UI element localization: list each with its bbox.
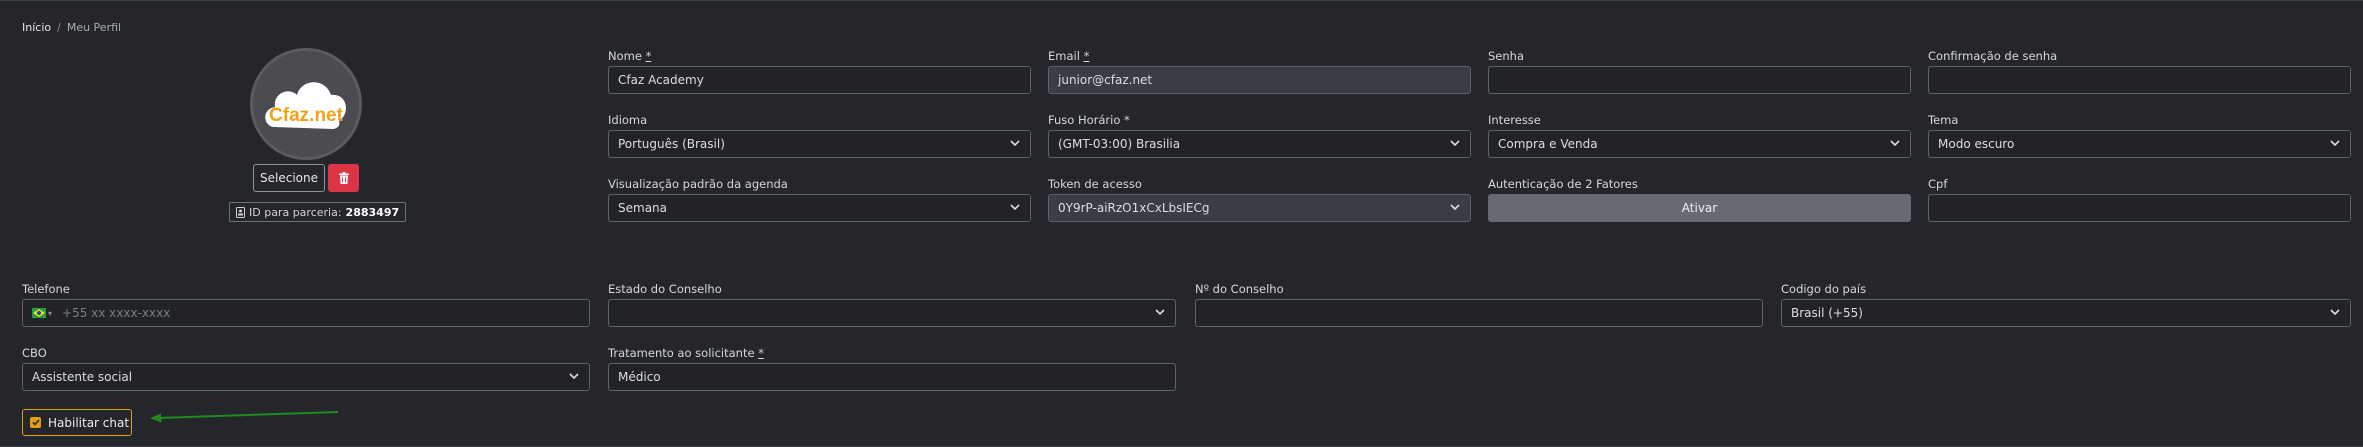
cbo-select[interactable]: Assistente social xyxy=(22,363,590,391)
check-icon xyxy=(31,419,40,426)
salutation-field-group: Tratamento ao solicitante * Médico xyxy=(608,346,1176,391)
enable-chat-label: Habilitar chat xyxy=(48,415,130,430)
id-card-icon xyxy=(236,206,245,218)
language-field-group: Idioma Português (Brasil) xyxy=(608,113,1031,158)
name-input[interactable]: Cfaz Academy xyxy=(608,66,1031,94)
cpf-label: Cpf xyxy=(1928,177,1948,191)
delete-photo-button[interactable] xyxy=(328,164,359,192)
breadcrumb-separator: / xyxy=(57,21,61,34)
country-code-select[interactable]: Brasil (+55) xyxy=(1781,299,2351,327)
language-value: Português (Brasil) xyxy=(618,137,725,151)
theme-field-group: Tema Modo escuro xyxy=(1928,113,2351,158)
cbo-label: CBO xyxy=(22,346,47,360)
arrow-left-icon xyxy=(150,411,339,423)
phone-label: Telefone xyxy=(22,282,70,296)
enable-chat-checkbox[interactable] xyxy=(30,417,41,428)
interest-value: Compra e Venda xyxy=(1498,137,1598,151)
council-state-label: Estado do Conselho xyxy=(608,282,722,296)
name-field-group: Nome * Cfaz Academy xyxy=(608,49,1031,94)
cpf-input[interactable] xyxy=(1928,194,2351,222)
chevron-down-icon xyxy=(2330,140,2340,147)
interest-select[interactable]: Compra e Venda xyxy=(1488,130,1911,158)
chevron-down-icon xyxy=(2330,309,2340,316)
calendar-view-label: Visualização padrão da agenda xyxy=(608,177,788,191)
activate-two-factor-button[interactable]: Ativar xyxy=(1488,194,1911,222)
chevron-down-icon xyxy=(1010,140,1020,147)
timezone-value: (GMT-03:00) Brasilia xyxy=(1058,137,1181,151)
password-confirm-input[interactable] xyxy=(1928,66,2351,94)
access-token-label: Token de acesso xyxy=(1048,177,1142,191)
access-token-select[interactable]: 0Y9rP-aiRzO1xCxLbsIECg xyxy=(1048,194,1471,222)
phone-field-group: Telefone ▾ +55 xx xxxx-xxxx xyxy=(22,282,590,327)
breadcrumb-home[interactable]: Início xyxy=(22,21,51,34)
two-factor-label: Autenticação de 2 Fatores xyxy=(1488,177,1638,191)
password-label: Senha xyxy=(1488,49,1524,63)
timezone-label: Fuso Horário * xyxy=(1048,113,1130,127)
avatar: Cfaz.net xyxy=(250,48,362,160)
chevron-down-icon xyxy=(1890,140,1900,147)
flag-caret: ▾ xyxy=(48,308,53,318)
enable-chat-toggle[interactable]: Habilitar chat xyxy=(22,409,132,436)
theme-select[interactable]: Modo escuro xyxy=(1928,130,2351,158)
two-factor-field-group: Autenticação de 2 Fatores Ativar xyxy=(1488,177,1911,222)
password-field-group: Senha xyxy=(1488,49,1911,94)
interest-field-group: Interesse Compra e Venda xyxy=(1488,113,1911,158)
chevron-down-icon xyxy=(1010,204,1020,211)
theme-label: Tema xyxy=(1928,113,1959,127)
breadcrumb: Início / Meu Perfil xyxy=(22,21,121,34)
email-input: junior@cfaz.net xyxy=(1048,66,1471,94)
partner-id-value: 2883497 xyxy=(345,205,400,219)
council-state-field-group: Estado do Conselho xyxy=(608,282,1176,327)
country-code-label: Codigo do país xyxy=(1781,282,1867,296)
calendar-view-select[interactable]: Semana xyxy=(608,194,1031,222)
avatar-section: Cfaz.net Selecione ID para parceria: 288… xyxy=(200,48,410,228)
council-number-input[interactable] xyxy=(1195,299,1763,327)
interest-label: Interesse xyxy=(1488,113,1541,127)
password-confirm-field-group: Confirmação de senha xyxy=(1928,49,2351,94)
chevron-down-icon xyxy=(1450,140,1460,147)
council-state-select[interactable] xyxy=(608,299,1176,327)
trash-icon xyxy=(338,172,349,184)
logo-text: Cfaz.net xyxy=(269,105,344,126)
email-field-group: Email * junior@cfaz.net xyxy=(1048,49,1471,94)
breadcrumb-current: Meu Perfil xyxy=(66,21,122,34)
timezone-field-group: Fuso Horário * (GMT-03:00) Brasilia xyxy=(1048,113,1471,158)
phone-input[interactable]: ▾ +55 xx xxxx-xxxx xyxy=(22,299,590,327)
calendar-view-field-group: Visualização padrão da agenda Semana xyxy=(608,177,1031,222)
chevron-down-icon xyxy=(569,373,579,380)
country-code-value: Brasil (+55) xyxy=(1791,306,1863,320)
password-input[interactable] xyxy=(1488,66,1911,94)
access-token-field-group: Token de acesso 0Y9rP-aiRzO1xCxLbsIECg xyxy=(1048,177,1471,222)
council-number-label: Nº do Conselho xyxy=(1195,282,1284,296)
top-border xyxy=(0,0,2363,1)
partner-id-label: ID para parceria: xyxy=(249,205,342,219)
partner-id-badge: ID para parceria: 2883497 xyxy=(229,202,407,222)
access-token-value: 0Y9rP-aiRzO1xCxLbsIECg xyxy=(1058,201,1210,215)
email-label: Email * xyxy=(1048,49,1090,63)
salutation-label: Tratamento ao solicitante * xyxy=(608,346,764,360)
chevron-down-icon xyxy=(1450,204,1460,211)
calendar-view-value: Semana xyxy=(618,201,668,215)
chevron-down-icon xyxy=(1155,309,1165,316)
salutation-input[interactable]: Médico xyxy=(608,363,1176,391)
timezone-select[interactable]: (GMT-03:00) Brasilia xyxy=(1048,130,1471,158)
brazil-flag-icon xyxy=(32,308,46,318)
council-number-field-group: Nº do Conselho xyxy=(1195,282,1763,327)
phone-placeholder: +55 xx xxxx-xxxx xyxy=(62,306,171,320)
country-flag-picker[interactable]: ▾ xyxy=(32,308,52,318)
country-code-field-group: Codigo do país Brasil (+55) xyxy=(1781,282,2351,327)
cbo-field-group: CBO Assistente social xyxy=(22,346,590,391)
cpf-field-group: Cpf xyxy=(1928,177,2351,222)
language-select[interactable]: Português (Brasil) xyxy=(608,130,1031,158)
cbo-value: Assistente social xyxy=(32,370,133,384)
cloud-logo-icon: Cfaz.net xyxy=(253,51,359,157)
password-confirm-label: Confirmação de senha xyxy=(1928,49,2058,63)
theme-value: Modo escuro xyxy=(1938,137,2015,151)
select-photo-button[interactable]: Selecione xyxy=(253,164,325,192)
language-label: Idioma xyxy=(608,113,648,127)
name-label: Nome * xyxy=(608,49,652,63)
